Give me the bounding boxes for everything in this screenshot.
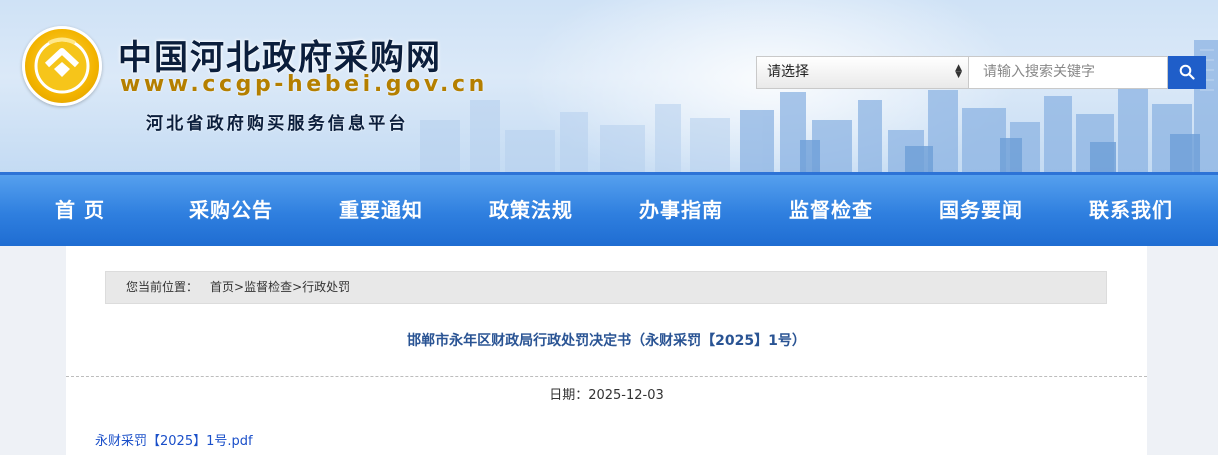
title-divider bbox=[66, 376, 1147, 377]
article-date: 2025-12-03 bbox=[588, 388, 664, 403]
nav-item-home[interactable]: 首 页 bbox=[5, 175, 155, 246]
search-select-value: 请选择 bbox=[767, 64, 809, 80]
site-header: 中国河北政府采购网 www.ccgp-hebei.gov.cn 河北省政府购买服… bbox=[0, 0, 1218, 172]
nav-item-supervision[interactable]: 监督检查 bbox=[756, 175, 906, 246]
search-category-select[interactable]: 请选择 ▲ ▼ bbox=[756, 56, 968, 89]
nav-item-procurement-notices[interactable]: 采购公告 bbox=[156, 175, 306, 246]
search-button[interactable] bbox=[1168, 56, 1206, 89]
select-arrows-icon: ▲ ▼ bbox=[955, 63, 962, 80]
site-subtitle: 河北省政府购买服务信息平台 bbox=[146, 114, 409, 134]
search-input[interactable]: 请输入搜索关键字 bbox=[968, 56, 1168, 89]
search-icon bbox=[1179, 64, 1195, 80]
breadcrumb-penalty-link[interactable]: 行政处罚 bbox=[302, 280, 350, 294]
breadcrumb-prefix: 您当前位置： bbox=[126, 280, 199, 294]
nav-item-guides[interactable]: 办事指南 bbox=[606, 175, 756, 246]
breadcrumb-supervision-link[interactable]: 监督检查 bbox=[244, 280, 292, 294]
coin-roof-emblem-icon bbox=[34, 37, 90, 94]
breadcrumb-home-link[interactable]: 首页 bbox=[210, 280, 234, 294]
main-nav: 首 页 采购公告 重要通知 政策法规 办事指南 监督检查 国务要闻 联系我们 bbox=[0, 172, 1218, 246]
breadcrumb: 您当前位置： 首页>监督检查>行政处罚 bbox=[105, 271, 1107, 304]
breadcrumb-separator: > bbox=[292, 280, 303, 294]
site-logo[interactable] bbox=[22, 26, 102, 106]
nav-item-state-news[interactable]: 国务要闻 bbox=[906, 175, 1056, 246]
nav-item-policies[interactable]: 政策法规 bbox=[456, 175, 606, 246]
date-label: 日期： bbox=[549, 388, 589, 403]
attachment-link[interactable]: 永财采罚【2025】1号.pdf bbox=[95, 430, 253, 449]
nav-item-contact[interactable]: 联系我们 bbox=[1056, 175, 1206, 246]
site-url: www.ccgp-hebei.gov.cn bbox=[120, 72, 488, 97]
article-title: 邯郸市永年区财政局行政处罚决定书（永财采罚【2025】1号） bbox=[407, 333, 806, 349]
nav-item-important-notices[interactable]: 重要通知 bbox=[306, 175, 456, 246]
article-date-line: 日期：2025-12-03 bbox=[66, 384, 1147, 403]
content-panel: 您当前位置： 首页>监督检查>行政处罚 邯郸市永年区财政局行政处罚决定书（永财采罚… bbox=[66, 246, 1147, 455]
breadcrumb-separator: > bbox=[234, 280, 245, 294]
